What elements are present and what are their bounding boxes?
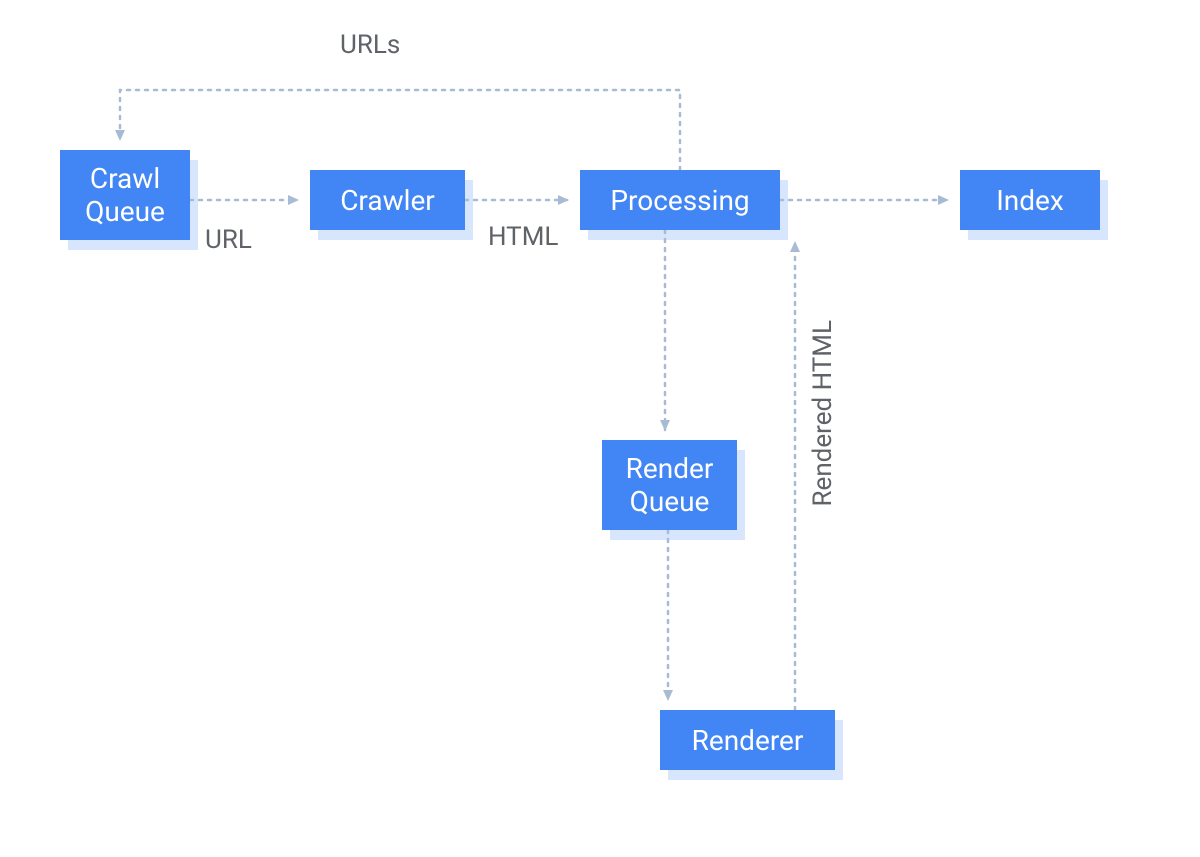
processing-node: Processing bbox=[580, 170, 780, 230]
render-queue-node: Render Queue bbox=[602, 440, 737, 530]
crawler-node: Crawler bbox=[310, 170, 465, 230]
diagram-connectors bbox=[0, 0, 1200, 857]
rendered-html-label: Rendered HTML bbox=[808, 320, 838, 506]
html-label: HTML bbox=[488, 222, 558, 252]
url-label: URL bbox=[205, 225, 252, 255]
crawl-queue-node: Crawl Queue bbox=[60, 150, 190, 240]
renderer-node: Renderer bbox=[660, 710, 835, 770]
edge-processing-crawlqueue bbox=[120, 90, 680, 170]
urls-label: URLs bbox=[340, 30, 400, 60]
index-node: Index bbox=[960, 170, 1100, 230]
